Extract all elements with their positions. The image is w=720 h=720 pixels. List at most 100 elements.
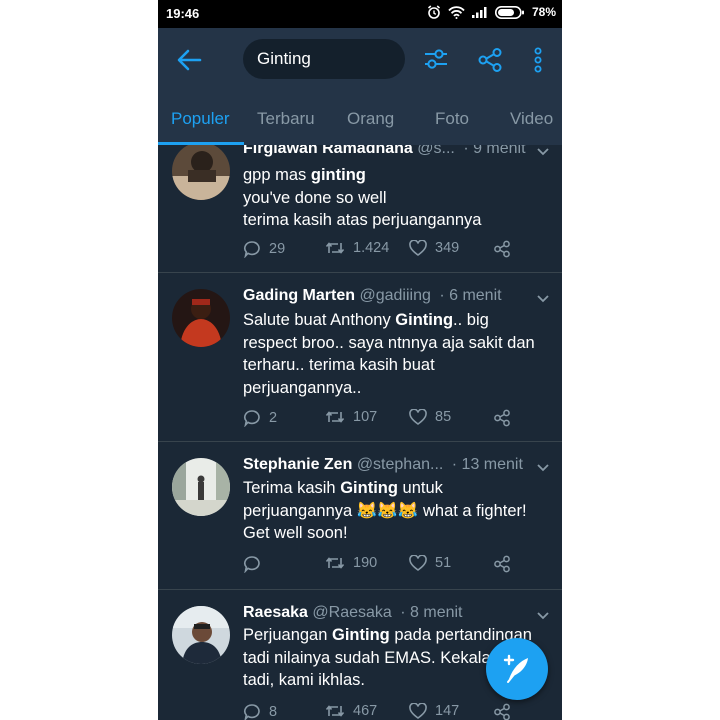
retweet-icon (325, 705, 345, 717)
tweet-meta: Stephanie Zen @stephan... · 13 menit (243, 456, 523, 474)
arrow-left-icon (177, 49, 202, 71)
search-input[interactable]: Ginting (243, 39, 405, 79)
author-handle: @gadiiing (359, 287, 431, 304)
share-icon (494, 703, 510, 720)
share-icon (478, 48, 502, 72)
retweet-icon (325, 242, 345, 254)
status-time: 19:46 (166, 6, 200, 21)
retweet-count: 1.424 (353, 240, 390, 256)
avatar[interactable] (172, 606, 230, 664)
battery-icon (494, 5, 525, 19)
like-count: 85 (435, 409, 452, 425)
chevron-down-icon[interactable] (536, 147, 550, 157)
wifi-icon (448, 5, 465, 19)
author-name[interactable]: Gading Marten (243, 287, 355, 304)
retweet-count: 190 (353, 555, 378, 571)
more-options-button[interactable] (528, 46, 556, 74)
tweet-time: · 13 menit (451, 456, 523, 473)
share-icon (494, 555, 510, 573)
share-tweet-button[interactable] (493, 703, 511, 720)
reply-button[interactable]: 29 (243, 240, 285, 258)
heart-icon (409, 409, 427, 425)
like-count: 51 (435, 555, 452, 571)
tweet-card[interactable]: Stephanie Zen @stephan... · 13 menit Ter… (158, 442, 562, 590)
share-icon (494, 240, 510, 258)
author-name[interactable]: Raesaka (243, 604, 308, 621)
back-button[interactable] (176, 48, 204, 72)
retweet-count: 467 (353, 703, 378, 719)
like-button[interactable]: 51 (409, 555, 451, 571)
tweet-text: Terima kasih Ginting untuk perjuangannya… (243, 479, 527, 542)
retweet-button[interactable]: 107 (325, 409, 377, 425)
phone-screen: 19:46 78% Ginting Populer Terbaru Orang … (158, 0, 562, 720)
author-name[interactable]: Stephanie Zen (243, 456, 352, 473)
tweet-text: Salute buat Anthony Ginting.. big respec… (243, 311, 535, 397)
reply-button[interactable]: 8 (243, 703, 277, 720)
reply-button[interactable]: 2 (243, 409, 277, 427)
chevron-down-icon[interactable] (536, 463, 550, 473)
compose-tweet-button[interactable] (486, 638, 548, 700)
tweet-time: · 8 menit (400, 604, 463, 621)
reply-count: 8 (269, 704, 278, 720)
author-name[interactable]: Firgiawan Ramadhana (243, 145, 413, 157)
battery-percent: 78% (531, 5, 556, 19)
author-handle: @s... (417, 145, 455, 157)
retweet-button[interactable]: 467 (325, 703, 377, 719)
like-button[interactable]: 147 (409, 703, 459, 719)
reply-icon (244, 410, 260, 427)
avatar[interactable] (172, 145, 230, 200)
tweet-time: · 6 menit (439, 287, 502, 304)
search-tabs: Populer Terbaru Orang Foto Video (158, 91, 562, 145)
retweet-icon (325, 411, 345, 423)
share-button[interactable] (476, 46, 504, 74)
chevron-down-icon[interactable] (536, 611, 550, 621)
like-button[interactable]: 85 (409, 409, 451, 425)
reply-icon (244, 241, 260, 258)
search-header: Ginting (158, 28, 562, 91)
tweet-meta: Gading Marten @gadiiing · 6 menit (243, 287, 502, 305)
tweet-meta: Firgiawan Ramadhana @s... · 9 menit (243, 145, 526, 158)
retweet-count: 107 (353, 409, 378, 425)
tab-foto[interactable]: Foto (435, 109, 469, 129)
avatar[interactable] (172, 289, 230, 347)
like-count: 147 (435, 703, 460, 719)
heart-icon (409, 555, 427, 571)
chevron-down-icon[interactable] (536, 294, 550, 304)
retweet-button[interactable]: 1.424 (325, 240, 389, 256)
share-tweet-button[interactable] (493, 409, 511, 427)
status-bar: 19:46 78% (158, 0, 562, 28)
tab-terbaru[interactable]: Terbaru (257, 109, 315, 129)
tab-populer[interactable]: Populer (171, 109, 230, 129)
tweet-card[interactable]: Gading Marten @gadiiing · 6 menit Salute… (158, 273, 562, 442)
tab-orang[interactable]: Orang (347, 109, 394, 129)
reply-button[interactable] (243, 555, 269, 573)
sliders-icon (425, 49, 447, 69)
author-handle: @Raesaka (312, 604, 392, 621)
tweet-text: gpp mas ginting you've done so well teri… (243, 166, 482, 229)
more-vertical-icon (534, 47, 542, 73)
heart-icon (409, 240, 427, 256)
author-handle: @stephan... (356, 456, 444, 473)
tweet-meta: Raesaka @Raesaka · 8 menit (243, 604, 463, 622)
tweet-feed[interactable]: Firgiawan Ramadhana @s... · 9 menit gpp … (158, 145, 562, 720)
reply-count: 29 (269, 241, 286, 257)
tab-video[interactable]: Video (510, 109, 553, 129)
avatar[interactable] (172, 458, 230, 516)
share-tweet-button[interactable] (493, 555, 511, 573)
like-button[interactable]: 349 (409, 240, 459, 256)
like-count: 349 (435, 240, 460, 256)
reply-count: 2 (269, 410, 278, 426)
reply-icon (244, 704, 260, 720)
retweet-icon (325, 557, 345, 569)
share-tweet-button[interactable] (493, 240, 511, 258)
tweet-card[interactable]: Firgiawan Ramadhana @s... · 9 menit gpp … (158, 145, 562, 273)
share-icon (494, 409, 510, 427)
compose-feather-icon (503, 654, 528, 683)
signal-icon (471, 6, 488, 18)
alarm-icon (427, 5, 441, 19)
retweet-button[interactable]: 190 (325, 555, 377, 571)
tweet-time: · 9 menit (463, 145, 526, 157)
reply-icon (244, 556, 260, 573)
filter-button[interactable] (422, 46, 450, 74)
heart-icon (409, 703, 427, 719)
